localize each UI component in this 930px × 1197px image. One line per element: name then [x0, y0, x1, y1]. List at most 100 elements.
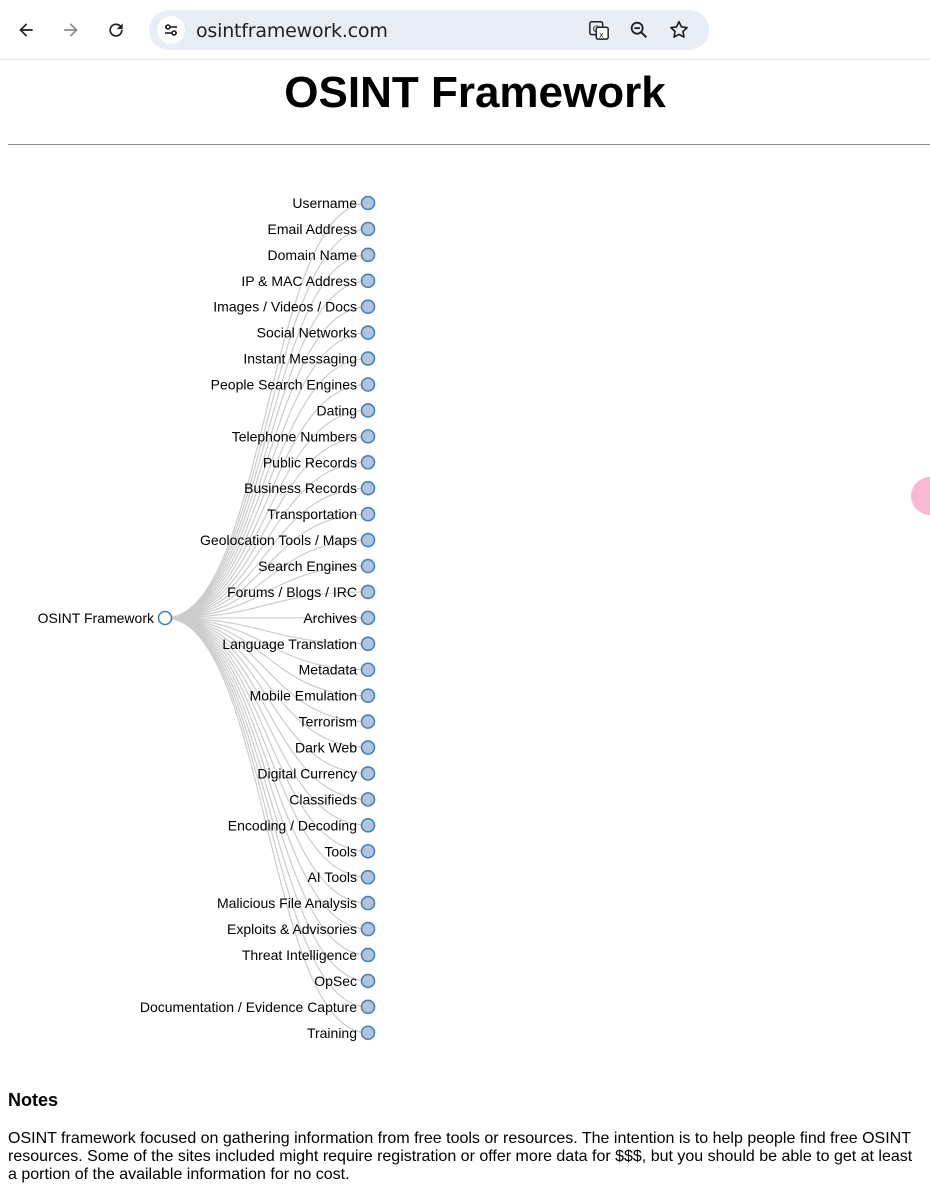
tree-node-label[interactable]: Malicious File Analysis [217, 895, 357, 911]
tree-node-label[interactable]: Email Address [268, 221, 357, 237]
tree-node-circle[interactable] [360, 532, 376, 548]
translate-button[interactable]: G x [587, 18, 611, 42]
tree-node-circle[interactable] [360, 454, 376, 470]
tree-node[interactable]: Social Networks [257, 325, 376, 341]
tree-node[interactable]: Instant Messaging [243, 351, 376, 367]
tree-node-circle[interactable] [360, 299, 376, 315]
tree-node-circle[interactable] [360, 895, 376, 911]
tree-node-label[interactable]: People Search Engines [211, 377, 357, 393]
tree-node[interactable]: Exploits & Advisories [227, 921, 376, 937]
tree-node-label[interactable]: Tools [324, 843, 357, 859]
tree-node-circle[interactable] [360, 843, 376, 859]
tree-node[interactable]: Terrorism [299, 714, 376, 730]
tree-node[interactable]: Digital Currency [257, 765, 376, 781]
tree-node[interactable]: IP & MAC Address [241, 273, 376, 289]
tree-root-node[interactable]: OSINT Framework [38, 610, 173, 626]
tree-node-circle[interactable] [157, 610, 173, 626]
tree-node-label[interactable]: Domain Name [268, 247, 358, 263]
tree-node-label[interactable]: Transportation [267, 506, 357, 522]
tree-node[interactable]: OpSec [314, 973, 376, 989]
tree-node-label[interactable]: Terrorism [299, 714, 357, 730]
zoom-button[interactable] [627, 18, 651, 42]
tree-node-circle[interactable] [360, 480, 376, 496]
address-bar[interactable]: osintframework.com G x [149, 10, 709, 50]
tree-node[interactable]: Dating [317, 402, 376, 418]
tree-node[interactable]: Tools [324, 843, 376, 859]
bookmark-button[interactable] [667, 18, 691, 42]
tree-node[interactable]: Email Address [268, 221, 376, 237]
tree-node[interactable]: Archives [303, 610, 376, 626]
tree-node[interactable]: Threat Intelligence [242, 947, 376, 963]
tree-node[interactable]: Metadata [299, 662, 376, 678]
tree-node-circle[interactable] [360, 740, 376, 755]
tree-node-label[interactable]: Forums / Blogs / IRC [227, 584, 357, 600]
tree-node-circle[interactable] [360, 688, 376, 703]
tree-node[interactable]: Username [292, 195, 376, 211]
tree-node-circle[interactable] [360, 869, 376, 885]
tree-node-label[interactable]: Language Translation [222, 636, 357, 652]
tree-node-label[interactable]: Documentation / Evidence Capture [140, 999, 357, 1015]
tree-node-label[interactable]: Dark Web [295, 740, 357, 756]
tree-node[interactable]: Language Translation [222, 636, 376, 652]
url-text[interactable]: osintframework.com [196, 20, 388, 42]
tree-node[interactable]: Classifieds [289, 791, 376, 807]
tree-node-circle[interactable] [360, 584, 376, 600]
tree-node-label[interactable]: Training [307, 1025, 357, 1041]
tree-node-label[interactable]: Threat Intelligence [242, 947, 357, 963]
tree-node-circle[interactable] [360, 325, 376, 340]
tree-node[interactable]: AI Tools [307, 869, 376, 885]
tree-node-label[interactable]: Mobile Emulation [250, 688, 357, 704]
back-button[interactable] [8, 12, 44, 48]
tree-node-label[interactable]: Instant Messaging [243, 351, 357, 367]
tree-node-label[interactable]: Dating [317, 402, 357, 418]
tree-node-circle[interactable] [360, 506, 376, 522]
tree-node-circle[interactable] [360, 610, 376, 626]
tree-node[interactable]: Mobile Emulation [250, 688, 376, 704]
tree-node[interactable]: Training [307, 1025, 376, 1041]
tree-node-circle[interactable] [360, 273, 376, 289]
tree-node-circle[interactable] [360, 558, 376, 574]
tree-node-label[interactable]: IP & MAC Address [241, 273, 357, 289]
forward-button[interactable] [53, 12, 89, 48]
tree-node[interactable]: Domain Name [268, 247, 376, 263]
tree-node[interactable]: Encoding / Decoding [228, 817, 376, 833]
tree-node[interactable]: Telephone Numbers [232, 428, 376, 444]
tree-node[interactable]: Forums / Blogs / IRC [227, 584, 376, 600]
tree-node-circle[interactable] [360, 403, 376, 418]
tree-node-circle[interactable] [360, 351, 376, 366]
tree-node-circle[interactable] [360, 973, 376, 989]
tree-node-circle[interactable] [360, 792, 376, 807]
tree-node-circle[interactable] [360, 714, 376, 729]
tree-node-circle[interactable] [360, 662, 376, 678]
tree-node-circle[interactable] [360, 818, 376, 833]
tree-root-label[interactable]: OSINT Framework [38, 610, 155, 626]
tree-node-label[interactable]: Geolocation Tools / Maps [200, 532, 357, 548]
tree-node-circle[interactable] [360, 377, 376, 392]
tree-node-label[interactable]: Exploits & Advisories [227, 921, 357, 937]
tree-node-circle[interactable] [360, 766, 376, 781]
tree-node[interactable]: Documentation / Evidence Capture [140, 999, 376, 1015]
tree-node[interactable]: Malicious File Analysis [217, 895, 376, 911]
tree-node-circle[interactable] [360, 195, 376, 211]
tree-node-circle[interactable] [360, 1025, 376, 1041]
tree-node[interactable]: Images / Videos / Docs [213, 299, 376, 315]
tree-node-label[interactable]: AI Tools [307, 869, 357, 885]
tree-node-circle[interactable] [360, 636, 376, 652]
tree-node[interactable]: Geolocation Tools / Maps [200, 532, 376, 548]
tree-node-label[interactable]: Metadata [299, 662, 358, 678]
tree-node-label[interactable]: Search Engines [258, 558, 357, 574]
tree-node-circle[interactable] [360, 947, 376, 963]
reload-button[interactable] [98, 12, 134, 48]
site-info-button[interactable] [157, 16, 185, 44]
tree-node-label[interactable]: OpSec [314, 973, 357, 989]
tree-node-circle[interactable] [360, 247, 376, 263]
tree-node-label[interactable]: Encoding / Decoding [228, 817, 357, 833]
tree-node[interactable]: Business Records [244, 480, 376, 496]
tree-node-label[interactable]: Username [292, 195, 357, 211]
tree-node-circle[interactable] [360, 999, 376, 1015]
tree-node[interactable]: Dark Web [295, 740, 376, 756]
tree-node-circle[interactable] [360, 429, 376, 444]
tree-node-circle[interactable] [360, 221, 376, 237]
tree-node-label[interactable]: Classifieds [289, 791, 357, 807]
tree-node-label[interactable]: Social Networks [257, 325, 357, 341]
